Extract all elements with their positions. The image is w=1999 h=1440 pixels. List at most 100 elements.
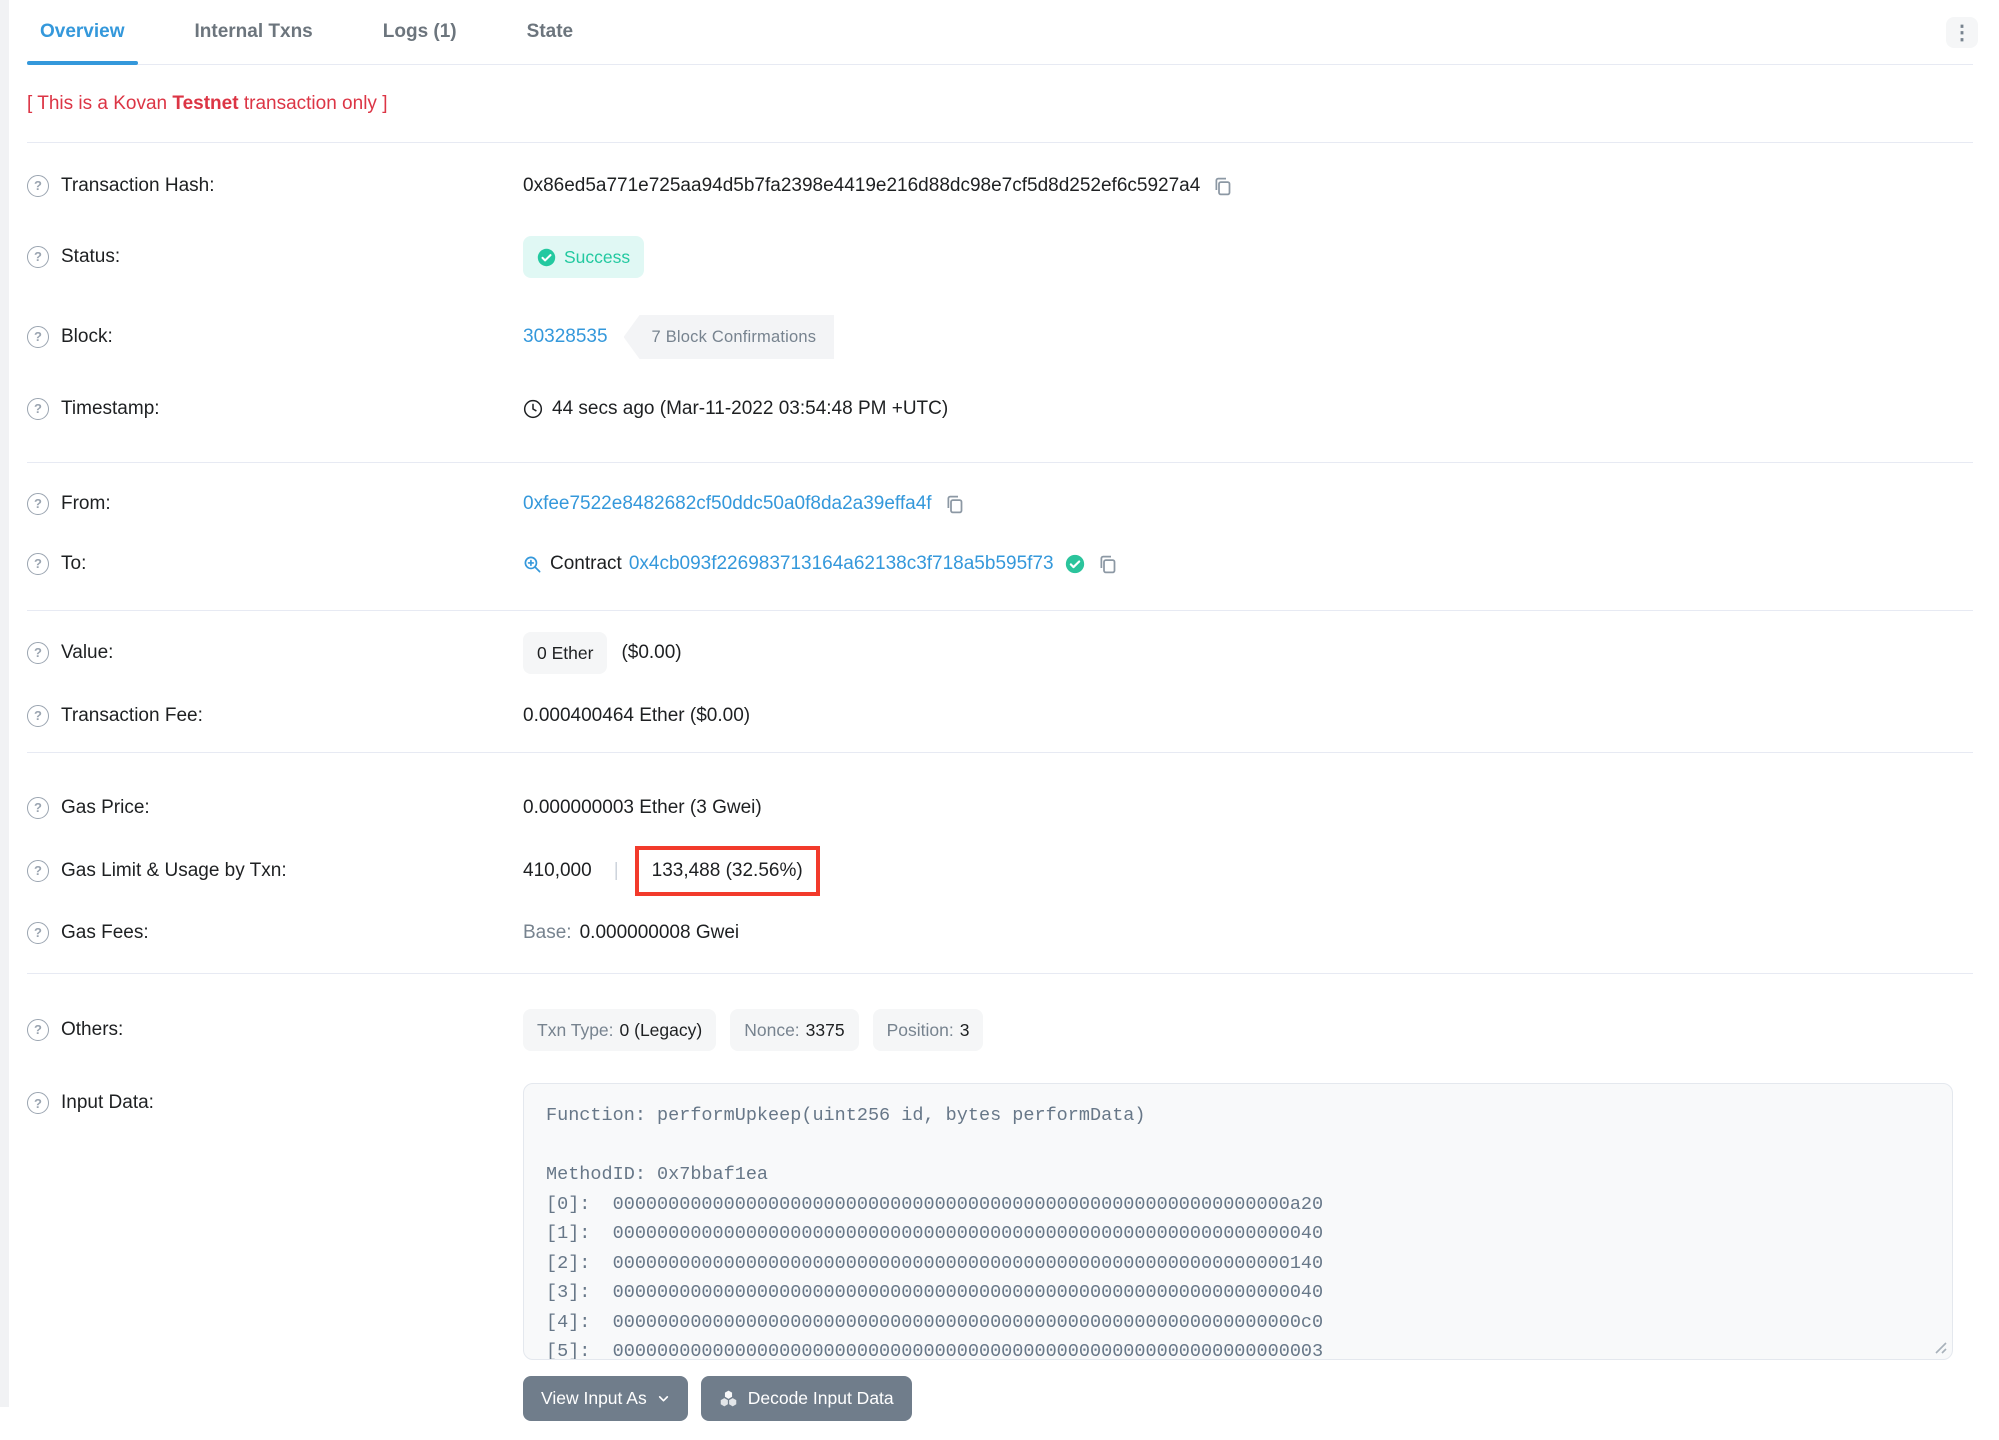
from-address-link[interactable]: 0xfee7522e8482682cf50ddc50a0f8da2a39effa…	[523, 491, 932, 517]
tab-internal-txns-label: Internal Txns	[194, 21, 313, 42]
section-overview-top: ? Transaction Hash: 0x86ed5a771e725aa94d…	[27, 143, 1973, 463]
transaction-hash-label: Transaction Hash:	[61, 175, 215, 196]
transaction-fee-label: Transaction Fee:	[61, 705, 203, 726]
transaction-fee-value: 0.000400464 Ether ($0.00)	[523, 705, 751, 726]
txn-type-badge: Txn Type: 0 (Legacy)	[523, 1009, 717, 1051]
transaction-detail-card: Overview Internal Txns Logs (1) State ⋮ …	[0, 0, 1999, 1440]
position-label: Position:	[886, 1020, 954, 1040]
input-data-label: Input Data:	[61, 1092, 154, 1113]
gas-usage-value: 133,488 (32.56%)	[651, 860, 803, 881]
tab-overview-label: Overview	[40, 21, 125, 42]
txn-type-label: Txn Type:	[537, 1020, 614, 1040]
txn-type-value: 0 (Legacy)	[619, 1020, 703, 1040]
nonce-value: 3375	[805, 1020, 845, 1040]
row-status: ? Status: Success	[27, 236, 1973, 278]
row-others: ? Others: Txn Type: 0 (Legacy) Nonce: 33…	[27, 1009, 1973, 1051]
help-icon[interactable]: ?	[27, 860, 49, 882]
input-methodid-line: MethodID: 0x7bbaf1ea	[546, 1164, 769, 1185]
row-to: ? To: Contract 0x4cb093f226983713164a621…	[27, 551, 1973, 577]
tab-internal-txns[interactable]: Internal Txns	[182, 0, 326, 64]
section-gas: ? Gas Price: 0.000000003 Ether (3 Gwei) …	[27, 753, 1973, 974]
input-param-line: [0]: 00000000000000000000000000000000000…	[546, 1193, 1324, 1215]
row-input-data: ? Input Data: Function: performUpkeep(ui…	[27, 1083, 1973, 1360]
value-usd: ($0.00)	[621, 642, 682, 663]
gas-fees-label: Gas Fees:	[61, 922, 149, 943]
view-input-as-label: View Input As	[541, 1388, 647, 1408]
tab-overview[interactable]: Overview	[27, 0, 138, 65]
copy-icon[interactable]	[944, 494, 965, 515]
row-timestamp: ? Timestamp: 44 secs ago (Mar-11-2022 03…	[27, 396, 1973, 422]
testnet-warning: [ This is a Kovan Testnet transaction on…	[27, 93, 387, 115]
help-icon[interactable]: ?	[27, 398, 49, 420]
gas-limit-label: Gas Limit & Usage by Txn:	[61, 860, 287, 881]
timestamp-value: 44 secs ago (Mar-11-2022 03:54:48 PM +UT…	[552, 398, 949, 419]
gas-separator: |	[613, 860, 619, 881]
annotation-highlight-box: 133,488 (32.56%)	[634, 846, 820, 896]
input-param-line: [3]: 00000000000000000000000000000000000…	[546, 1282, 1324, 1303]
row-value: ? Value: 0 Ether ($0.00)	[27, 632, 1973, 674]
help-icon[interactable]: ?	[27, 493, 49, 515]
input-function-line: Function: performUpkeep(uint256 id, byte…	[546, 1105, 1146, 1126]
gas-limit-value: 410,000	[523, 860, 592, 881]
position-badge: Position: 3	[872, 1009, 984, 1051]
block-number-link[interactable]: 30328535	[523, 324, 608, 350]
status-badge: Success	[523, 236, 645, 278]
help-icon[interactable]: ?	[27, 705, 49, 727]
from-label: From:	[61, 493, 111, 514]
clock-icon	[523, 399, 543, 419]
verified-check-icon	[1065, 554, 1085, 574]
input-actions: View Input As Decode Input Data	[523, 1376, 1973, 1421]
to-address-link[interactable]: 0x4cb093f226983713164a62138c3f718a5b595f…	[629, 551, 1054, 577]
kebab-menu-button[interactable]: ⋮	[1946, 17, 1978, 48]
row-transaction-hash: ? Transaction Hash: 0x86ed5a771e725aa94d…	[27, 173, 1973, 199]
decode-input-data-button[interactable]: Decode Input Data	[700, 1376, 912, 1421]
help-icon[interactable]: ?	[27, 246, 49, 268]
resize-handle[interactable]	[1934, 1341, 1947, 1354]
row-gas-price: ? Gas Price: 0.000000003 Ether (3 Gwei)	[27, 795, 1973, 821]
copy-icon[interactable]	[1212, 176, 1233, 197]
help-icon[interactable]: ?	[27, 642, 49, 664]
gas-price-value: 0.000000003 Ether (3 Gwei)	[523, 797, 762, 818]
help-icon[interactable]: ?	[27, 797, 49, 819]
input-param-line: [4]: 00000000000000000000000000000000000…	[546, 1311, 1324, 1333]
help-icon[interactable]: ?	[27, 553, 49, 575]
block-confirmations-badge: 7 Block Confirmations	[623, 315, 835, 359]
warning-prefix: [ This is a Kovan	[27, 92, 173, 114]
help-icon[interactable]: ?	[27, 1019, 49, 1041]
copy-icon[interactable]	[1097, 554, 1118, 575]
to-type-label: Contract	[550, 553, 622, 574]
magnifier-icon[interactable]	[523, 555, 542, 574]
others-label: Others:	[61, 1019, 124, 1040]
position-value: 3	[959, 1020, 970, 1040]
section-value-fee: ? Value: 0 Ether ($0.00) ? Transaction F…	[27, 611, 1973, 753]
view-input-as-button[interactable]: View Input As	[523, 1376, 688, 1421]
input-param-line: [2]: 00000000000000000000000000000000000…	[546, 1252, 1324, 1274]
tab-state[interactable]: State	[514, 0, 586, 64]
cubes-icon	[720, 1390, 736, 1407]
kebab-icon: ⋮	[1952, 22, 1972, 44]
value-badge: 0 Ether	[523, 632, 608, 674]
tab-state-label: State	[526, 21, 574, 42]
tab-logs[interactable]: Logs (1)	[370, 0, 470, 64]
status-label: Status:	[61, 246, 121, 267]
to-label: To:	[61, 553, 87, 574]
help-icon[interactable]: ?	[27, 1092, 49, 1114]
section-others-input: ? Others: Txn Type: 0 (Legacy) Nonce: 33…	[27, 974, 1973, 1440]
help-icon[interactable]: ?	[27, 175, 49, 197]
row-gas-limit-usage: ? Gas Limit & Usage by Txn: 410,000 | 13…	[27, 846, 1973, 896]
nonce-label: Nonce:	[744, 1020, 800, 1040]
warning-suffix: transaction only ]	[238, 92, 388, 114]
gas-price-label: Gas Price:	[61, 797, 150, 818]
help-icon[interactable]: ?	[27, 922, 49, 944]
check-circle-icon	[537, 248, 556, 266]
tab-bar: Overview Internal Txns Logs (1) State ⋮	[27, 0, 1978, 65]
help-icon[interactable]: ?	[27, 326, 49, 348]
tab-logs-label: Logs (1)	[382, 21, 457, 42]
row-gas-fees: ? Gas Fees: Base: 0.000000008 Gwei	[27, 920, 1973, 946]
base-fee-label: Base:	[523, 922, 572, 943]
input-data-textarea[interactable]: Function: performUpkeep(uint256 id, byte…	[523, 1083, 1953, 1360]
base-fee-value: 0.000000008 Gwei	[579, 922, 740, 943]
input-param-line: [1]: 00000000000000000000000000000000000…	[546, 1223, 1324, 1244]
testnet-warning-row: [ This is a Kovan Testnet transaction on…	[27, 65, 1973, 143]
row-transaction-fee: ? Transaction Fee: 0.000400464 Ether ($0…	[27, 703, 1973, 729]
